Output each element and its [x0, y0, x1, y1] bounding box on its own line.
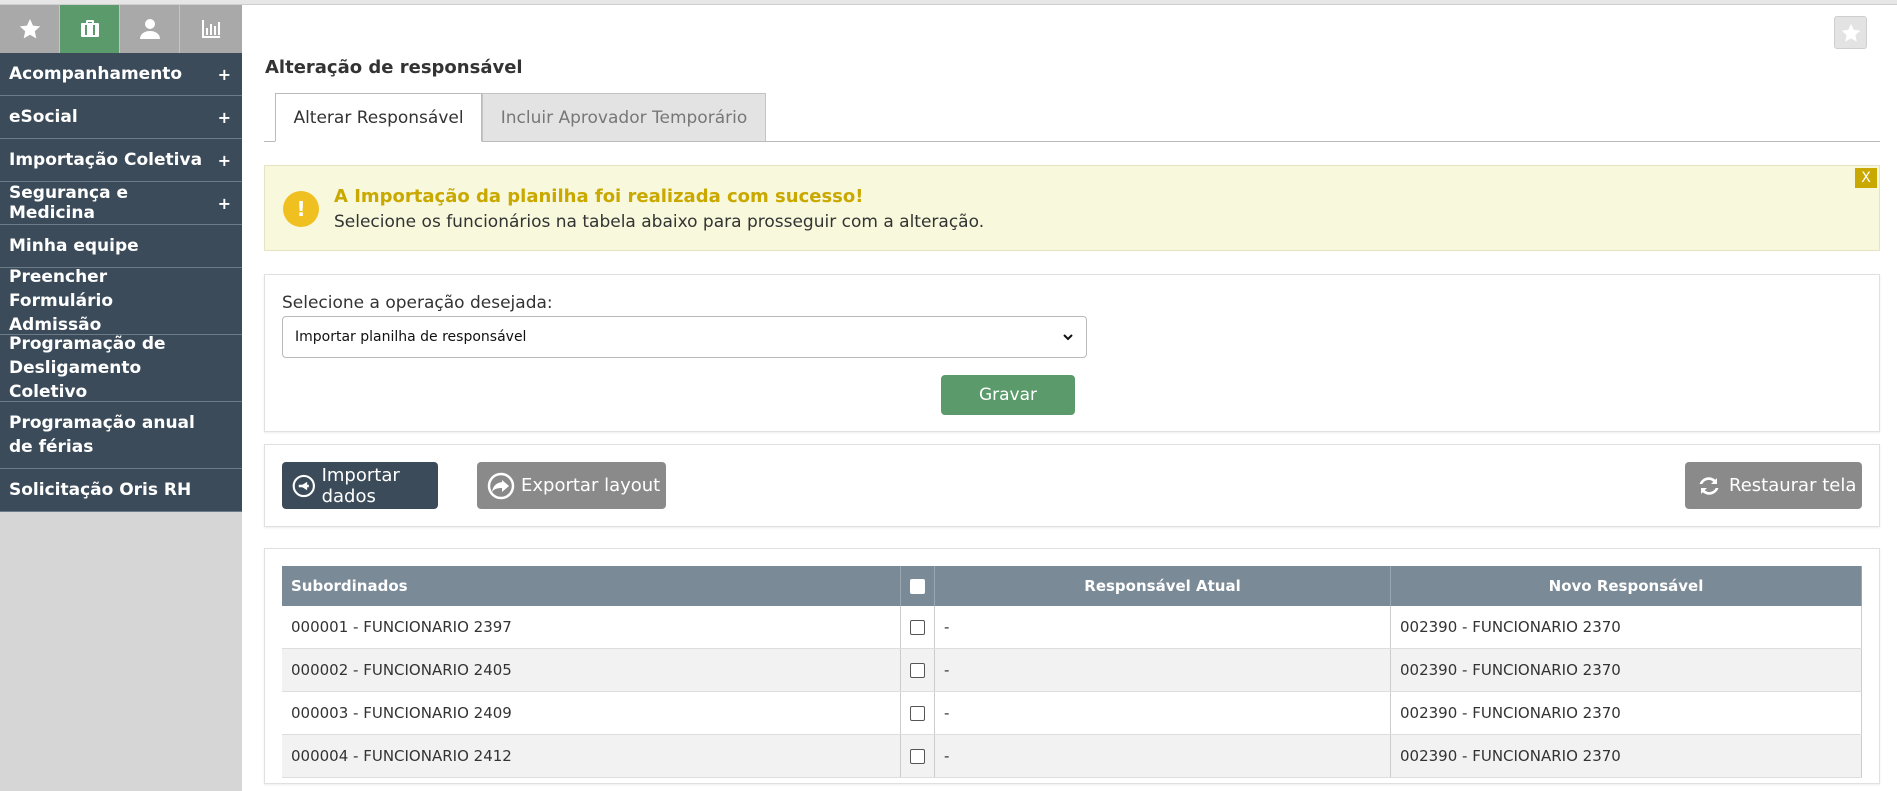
actions-panel: Importar dados Exportar layout Restaurar…: [264, 444, 1880, 527]
row-checkbox-cell: [900, 648, 935, 692]
row-checkbox-cell: [900, 606, 935, 649]
table-row: 000001 - FUNCIONARIO 2397 - 002390 - FUN…: [282, 606, 1862, 649]
table-row: 000002 - FUNCIONARIO 2405 - 002390 - FUN…: [282, 648, 1862, 692]
favorite-button[interactable]: [1834, 16, 1867, 49]
sidebar-item-label: Importação Coletiva: [9, 150, 203, 170]
sidebar-item-label: Acompanhamento: [9, 64, 183, 84]
import-data-label: Importar dados: [321, 464, 400, 507]
operation-label: Selecione a operação desejada:: [282, 293, 553, 313]
success-alert: ! A Importação da planilha foi realizada…: [264, 165, 1880, 251]
sidebar-item-solicitacao-oris[interactable]: Solicitação Oris RH: [0, 469, 242, 512]
page-title: Alteração de responsável: [265, 57, 523, 78]
column-header-current: Responsável Atual: [934, 566, 1391, 606]
sidebar-item-label: eSocial: [9, 107, 78, 127]
column-header-subordinates: Subordinados: [282, 566, 901, 606]
sidebar-item-esocial[interactable]: eSocial +: [0, 96, 242, 139]
sidebar-item-label: Minha equipe: [9, 236, 139, 256]
expand-icon: +: [217, 107, 231, 127]
sidebar-icon-tabs: [0, 5, 242, 53]
expand-icon: +: [217, 150, 231, 170]
sidebar-tab-favorites[interactable]: [0, 5, 60, 53]
sidebar-item-seguranca-medicina[interactable]: Segurança e Medicina +: [0, 182, 242, 225]
tab-bar: Alterar Responsável Incluir Aprovador Te…: [264, 93, 1880, 142]
star-icon: [19, 19, 40, 39]
row-checkbox-cell: [900, 734, 935, 778]
close-icon[interactable]: X: [1855, 168, 1877, 188]
sidebar-item-importacao-coletiva[interactable]: Importação Coletiva +: [0, 139, 242, 182]
sidebar: Acompanhamento + eSocial + Importação Co…: [0, 5, 242, 791]
refresh-icon: [1699, 476, 1719, 495]
select-all-checkbox[interactable]: [910, 579, 925, 594]
column-header-new: Novo Responsável: [1390, 566, 1862, 606]
subordinate-cell: 000002 - FUNCIONARIO 2405: [282, 648, 901, 692]
expand-icon: +: [217, 193, 231, 213]
subordinates-table: Subordinados Responsável Atual Novo Resp…: [282, 566, 1862, 778]
share-icon: [487, 472, 515, 499]
row-checkbox[interactable]: [910, 749, 925, 764]
sidebar-item-acompanhamento[interactable]: Acompanhamento +: [0, 53, 242, 96]
row-checkbox[interactable]: [910, 706, 925, 721]
table-row: 000004 - FUNCIONARIO 2412 - 002390 - FUN…: [282, 734, 1862, 778]
new-responsible-cell: 002390 - FUNCIONARIO 2370: [1390, 606, 1862, 649]
import-data-button[interactable]: Importar dados: [282, 462, 438, 509]
sidebar-item-formulario-admissao[interactable]: Preencher Formulário Admissão: [0, 267, 242, 335]
current-responsible-cell: -: [934, 734, 1391, 778]
briefcase-icon: [80, 20, 99, 37]
row-checkbox[interactable]: [910, 620, 925, 635]
export-layout-label: Exportar layout: [521, 475, 661, 496]
new-responsible-cell: 002390 - FUNCIONARIO 2370: [1390, 691, 1862, 735]
current-responsible-cell: -: [934, 606, 1391, 649]
row-checkbox[interactable]: [910, 663, 925, 678]
alert-message: Selecione os funcionários na tabela abai…: [334, 212, 985, 232]
current-responsible-cell: -: [934, 648, 1391, 692]
current-responsible-cell: -: [934, 691, 1391, 735]
sidebar-item-desligamento-coletivo[interactable]: Programação de Desligamento Coletivo: [0, 334, 242, 402]
alert-title: A Importação da planilha foi realizada c…: [334, 186, 864, 207]
new-responsible-cell: 002390 - FUNCIONARIO 2370: [1390, 648, 1862, 692]
operation-selected-value: Importar planilha de responsável: [295, 329, 527, 345]
save-button[interactable]: Gravar: [941, 375, 1075, 415]
warning-icon: !: [283, 191, 319, 227]
sidebar-item-minha-equipe[interactable]: Minha equipe: [0, 225, 242, 268]
tab-incluir-aprovador[interactable]: Incluir Aprovador Temporário: [482, 93, 766, 141]
user-icon: [139, 19, 160, 39]
subordinate-cell: 000001 - FUNCIONARIO 2397: [282, 606, 901, 649]
subordinate-cell: 000003 - FUNCIONARIO 2409: [282, 691, 901, 735]
operation-select[interactable]: Importar planilha de responsável: [282, 316, 1087, 358]
sidebar-tab-reports[interactable]: [180, 5, 242, 53]
tab-alterar-responsavel[interactable]: Alterar Responsável: [275, 93, 482, 142]
operation-panel: Selecione a operação desejada: Importar …: [264, 274, 1880, 432]
sidebar-item-label: Solicitação Oris RH: [9, 480, 192, 500]
star-icon: [1841, 23, 1860, 42]
column-header-select-all[interactable]: [900, 566, 935, 606]
import-icon: [292, 474, 315, 497]
row-checkbox-cell: [900, 691, 935, 735]
bar-chart-icon: [202, 20, 220, 38]
export-layout-button[interactable]: Exportar layout: [477, 462, 666, 509]
restore-screen-button[interactable]: Restaurar tela: [1685, 462, 1862, 509]
sidebar-item-label: Preencher Formulário Admissão: [9, 267, 113, 335]
chevron-down-icon: [1063, 334, 1073, 341]
new-responsible-cell: 002390 - FUNCIONARIO 2370: [1390, 734, 1862, 778]
expand-icon: +: [217, 64, 231, 84]
sidebar-tab-profile[interactable]: [120, 5, 180, 53]
table-panel: Subordinados Responsável Atual Novo Resp…: [264, 548, 1880, 784]
sidebar-tab-work[interactable]: [60, 5, 120, 53]
table-row: 000003 - FUNCIONARIO 2409 - 002390 - FUN…: [282, 691, 1862, 735]
restore-screen-label: Restaurar tela: [1729, 475, 1857, 496]
sidebar-item-label: Programação anual de férias: [9, 413, 195, 457]
subordinate-cell: 000004 - FUNCIONARIO 2412: [282, 734, 901, 778]
sidebar-item-label: Programação de Desligamento Coletivo: [9, 334, 166, 402]
sidebar-item-label: Segurança e Medicina: [9, 183, 128, 223]
top-border: [0, 0, 1897, 5]
table-header-row: Subordinados Responsável Atual Novo Resp…: [282, 566, 1862, 606]
sidebar-item-programacao-ferias[interactable]: Programação anual de férias: [0, 402, 242, 469]
